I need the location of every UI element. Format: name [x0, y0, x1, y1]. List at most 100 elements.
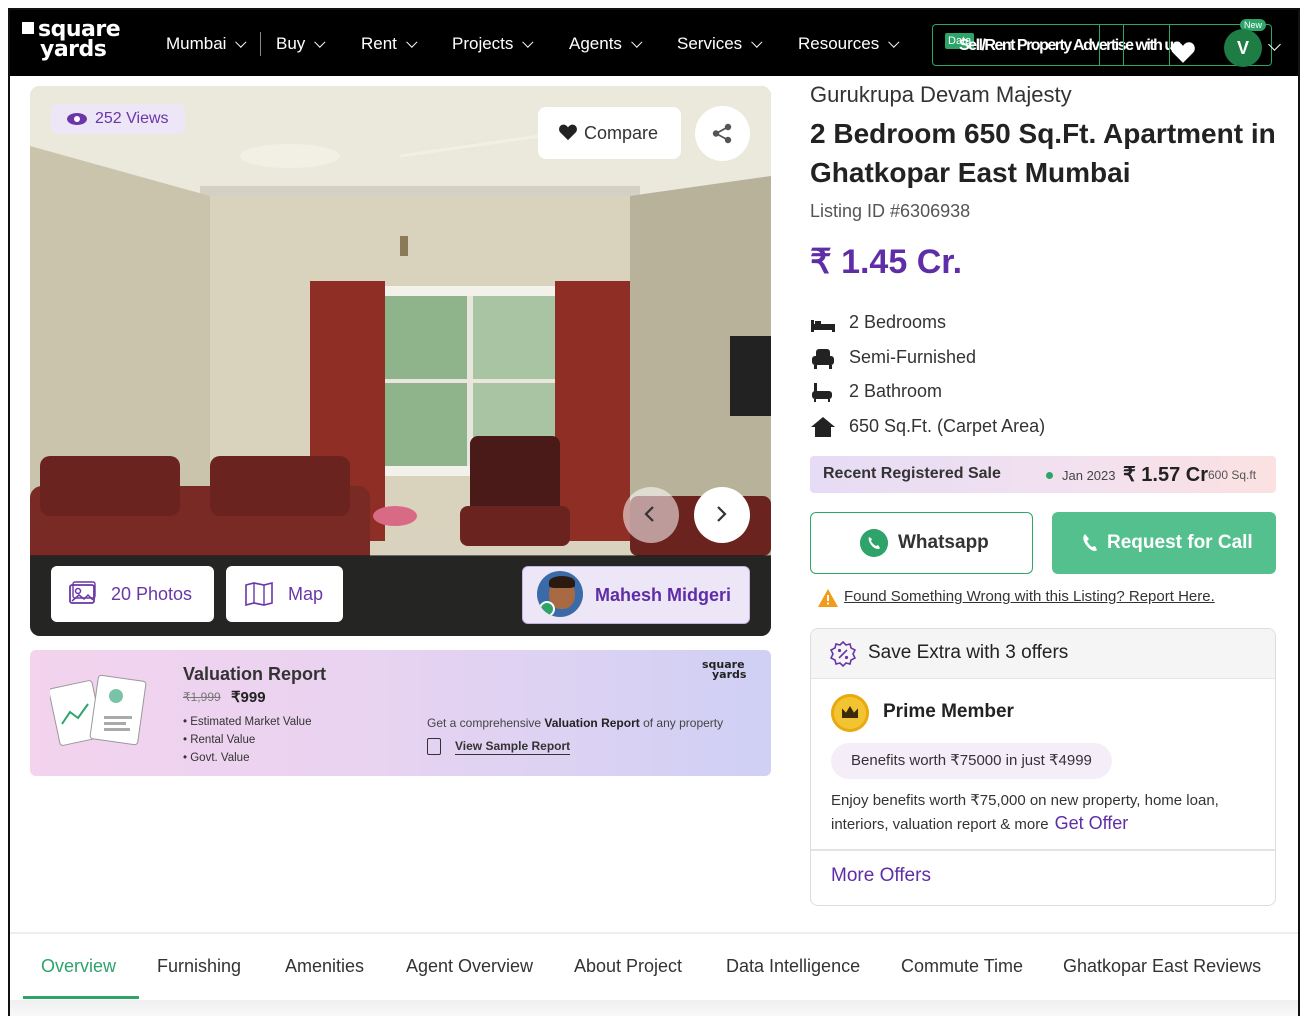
spec-furnishing: Semi-Furnished: [810, 345, 976, 369]
agent-hair: [549, 576, 575, 588]
chevron-down-icon: [314, 36, 326, 48]
header-action-cluster[interactable]: Data Sell/Rent Property Advertise with u…: [932, 24, 1272, 66]
offers-title: Save Extra with 3 offers: [868, 642, 1069, 663]
valuation-title: Valuation Report: [183, 664, 327, 684]
nav-services[interactable]: Services: [677, 34, 763, 54]
spec-text: 2 Bathroom: [849, 381, 943, 401]
spec-text: 2 Bedrooms: [849, 312, 947, 332]
crown-icon: [831, 694, 869, 732]
spec-area: 650 Sq.Ft. (Carpet Area): [810, 414, 1045, 438]
agent-name: Mahesh Midgeri: [595, 585, 732, 605]
nav-label: Rent: [361, 34, 397, 53]
heart-icon: [559, 124, 577, 141]
tab-ghatkopar-east-reviews[interactable]: Ghatkopar East Reviews: [1063, 956, 1261, 977]
photos-icon: [69, 581, 96, 604]
report-listing-link[interactable]: Found Something Wrong with this Listing?…: [818, 588, 1215, 607]
tab-agent-overview[interactable]: Agent Overview: [406, 956, 533, 977]
map-label: Map: [288, 584, 324, 604]
views-count: 252 Views: [95, 110, 169, 127]
square-yards-logo[interactable]: square yards: [22, 19, 134, 66]
valuation-feature-list: Estimated Market Value Rental Value Govt…: [183, 713, 311, 767]
property-photo-gallery[interactable]: 252 Views Compare 20 Photos Map Mahesh M…: [30, 86, 771, 636]
whatsapp-button[interactable]: Whatsapp: [810, 512, 1033, 574]
nav-agents[interactable]: Agents: [569, 34, 643, 54]
spec-text: Semi-Furnished: [849, 347, 977, 367]
city-label: Mumbai: [166, 34, 227, 53]
list-item: Rental Value: [183, 731, 311, 749]
property-price: ₹ 1.45 Cr.: [810, 243, 963, 281]
desc-text: of any property: [639, 716, 724, 730]
map-button[interactable]: Map: [226, 566, 343, 622]
heart-icon[interactable]: [1170, 40, 1196, 64]
living-room-photo: [30, 86, 771, 636]
document-icon: [427, 738, 441, 755]
offers-card: Save Extra with 3 offers Prime Member Be…: [810, 628, 1276, 906]
chevron-left-icon: [644, 506, 654, 522]
logo-square-mark: [22, 22, 34, 34]
crown-shape: [842, 706, 858, 718]
tab-overview[interactable]: Overview: [41, 956, 116, 977]
project-name[interactable]: Gurukrupa Devam Majesty: [810, 82, 1072, 108]
brand-text: yards: [712, 668, 747, 681]
bed-icon: [811, 320, 835, 332]
report-illustration-icon: [50, 674, 147, 746]
nav-label: Buy: [276, 34, 306, 53]
nav-buy[interactable]: Buy: [276, 34, 326, 54]
desc-bold: Valuation Report: [544, 716, 640, 730]
tab-furnishing[interactable]: Furnishing: [157, 956, 241, 977]
list-item: Govt. Value: [183, 749, 311, 767]
status-dot: [1046, 472, 1053, 479]
valuation-new-price: ₹999: [231, 689, 266, 706]
page-title: 2 Bedroom 650 Sq.Ft. Apartment in Ghatko…: [810, 118, 1276, 188]
recent-sale-bar: Recent Registered Sale Jan 2023 ₹ 1.57 C…: [810, 456, 1276, 493]
nav-projects[interactable]: Projects: [452, 34, 534, 54]
tab-about-project[interactable]: About Project: [574, 956, 682, 977]
bathtub-icon: [812, 383, 832, 402]
get-offer-link[interactable]: Get Offer: [1055, 813, 1129, 833]
spec-text: 650 Sq.Ft. (Carpet Area): [849, 416, 1046, 436]
photos-button[interactable]: 20 Photos: [51, 566, 214, 622]
nav-rent[interactable]: Rent: [361, 34, 418, 54]
next-photo-button[interactable]: [694, 487, 750, 543]
chevron-down-icon: [751, 36, 763, 48]
agent-profile-button[interactable]: Mahesh Midgeri: [522, 566, 750, 624]
prime-description-text: Enjoy benefits worth ₹75,000 on new prop…: [831, 792, 1219, 833]
share-button[interactable]: [695, 106, 750, 161]
compare-button[interactable]: Compare: [538, 107, 681, 159]
discount-badge-icon: [830, 641, 856, 667]
sell-rent-advertise-links[interactable]: Sell/Rent Property Advertise with us: [959, 37, 1182, 55]
phone-icon: [1083, 534, 1097, 551]
chevron-down-icon: [235, 36, 247, 48]
more-offers-link[interactable]: More Offers: [831, 865, 931, 887]
browser-frame: square yards Mumbai Buy Rent Projects Ag…: [8, 8, 1300, 1016]
tab-commute-time[interactable]: Commute Time: [901, 956, 1023, 977]
square-yards-logo-small: square yards: [702, 659, 747, 681]
tab-data-intelligence[interactable]: Data Intelligence: [726, 956, 860, 977]
armchair-icon: [812, 349, 834, 369]
nav-resources[interactable]: Resources: [798, 34, 900, 54]
whatsapp-icon: [860, 529, 888, 557]
photos-label: 20 Photos: [111, 584, 193, 604]
recent-sale-date: Jan 2023: [1062, 468, 1116, 483]
request-call-button[interactable]: Request for Call: [1052, 512, 1276, 574]
whatsapp-label: Whatsapp: [898, 532, 989, 553]
previous-photo-button[interactable]: [623, 487, 679, 543]
tab-amenities[interactable]: Amenities: [285, 956, 364, 977]
nav-divider: [260, 32, 261, 56]
nav-label: Resources: [798, 34, 880, 53]
user-avatar[interactable]: V: [1224, 29, 1262, 67]
city-selector[interactable]: Mumbai: [166, 34, 247, 54]
cluster-divider: [1123, 25, 1124, 65]
cluster-divider: [1099, 25, 1100, 65]
tab-bar-divider: [10, 932, 1298, 934]
active-tab-indicator: [23, 996, 139, 999]
spec-bedrooms: 2 Bedrooms: [810, 310, 946, 334]
warning-icon: [818, 589, 838, 607]
view-sample-report-link[interactable]: View Sample Report: [455, 739, 571, 755]
recent-sale-size: 600 Sq.ft: [1208, 468, 1257, 482]
request-call-label: Request for Call: [1107, 532, 1253, 553]
chevron-right-icon: [717, 506, 727, 522]
valuation-report-banner[interactable]: Valuation Report ₹1,999 ₹999 Estimated M…: [30, 650, 771, 776]
home-icon: [811, 417, 835, 437]
logo-text-line2: yards: [40, 37, 107, 62]
